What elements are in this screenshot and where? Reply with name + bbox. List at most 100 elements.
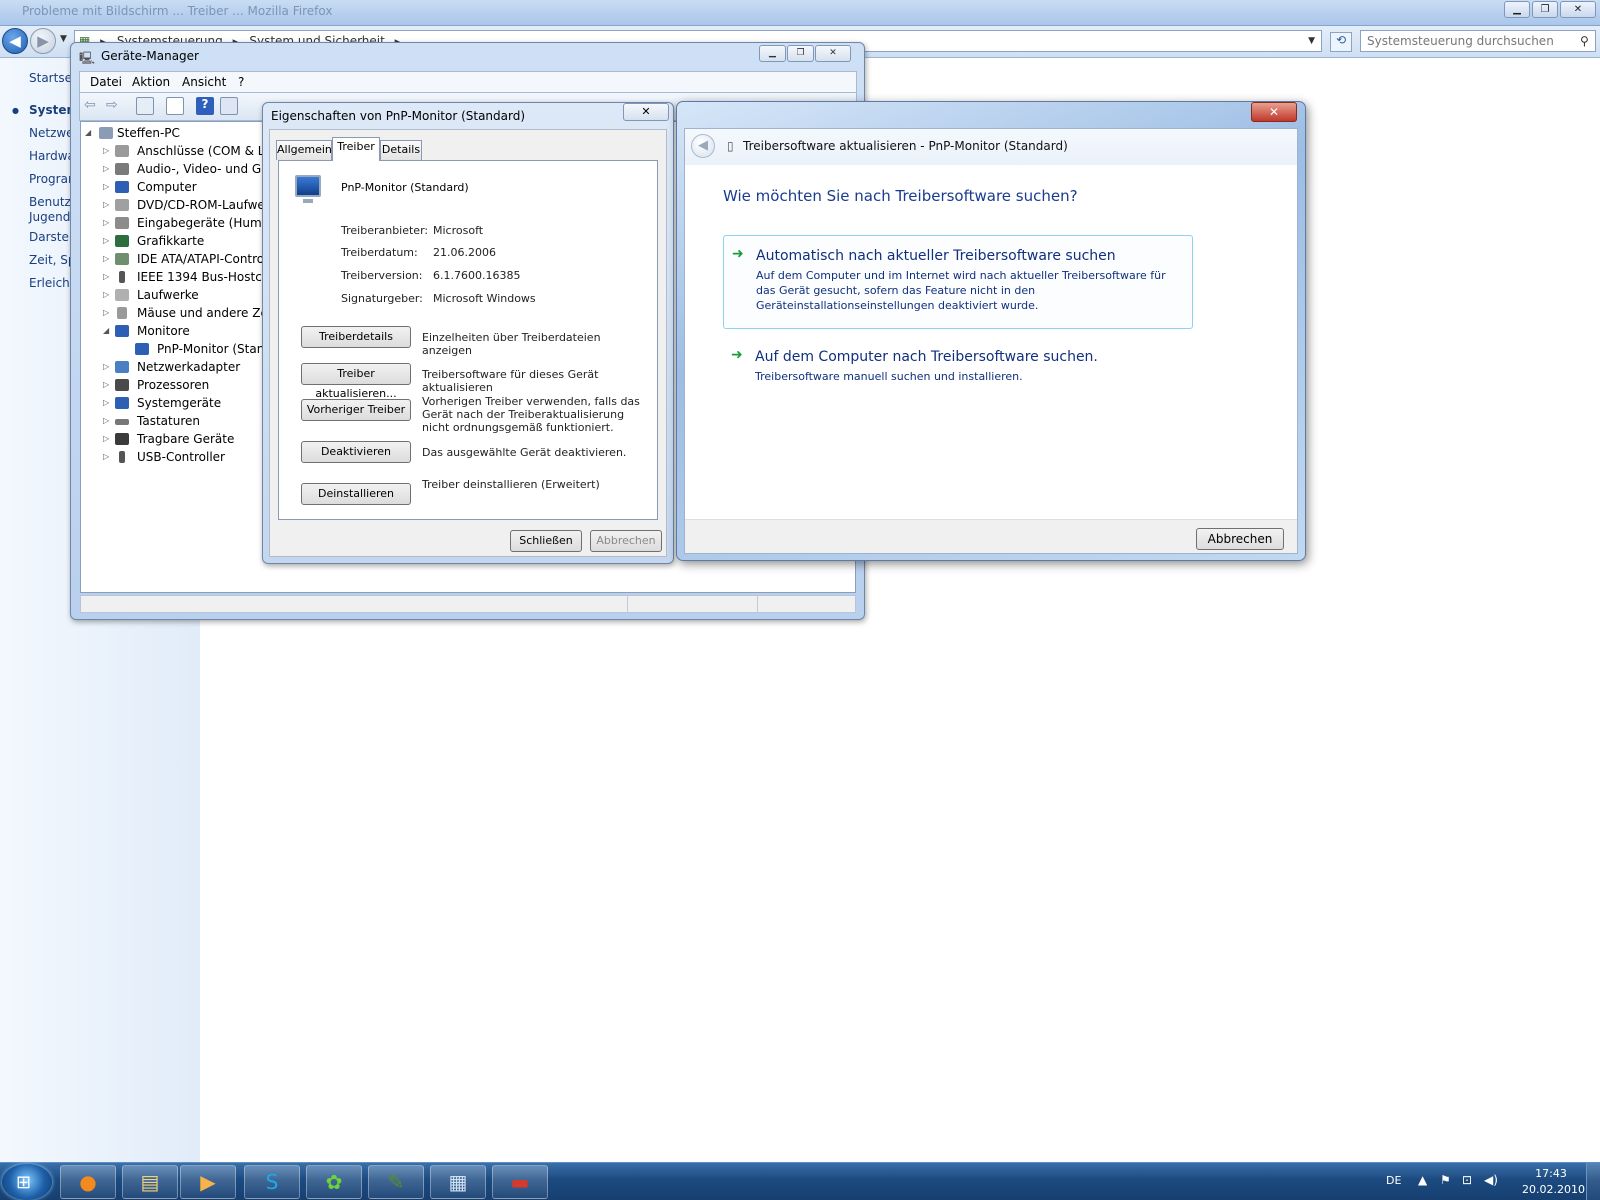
tree-item[interactable]: ▷ Tragbare Geräte <box>81 430 261 448</box>
tree-item[interactable]: ▷Eingabegeräte (Human Interface Devices) <box>81 214 390 232</box>
paint-icon[interactable]: ✎ <box>368 1165 424 1199</box>
cancel-button[interactable]: Abbrechen <box>590 530 662 552</box>
wizard-title: Treibersoftware aktualisieren - PnP-Moni… <box>743 139 1068 153</box>
menu-view[interactable]: Ansicht <box>182 75 226 89</box>
close-button[interactable]: ✕ <box>1560 1 1596 18</box>
search-input[interactable]: Systemsteuerung durchsuchen <box>1360 30 1596 52</box>
rollback-driver-button[interactable]: Vorheriger Treiber <box>301 399 411 421</box>
show-hidden-icons-icon[interactable]: ▲ <box>1418 1173 1427 1187</box>
search-automatically-option[interactable]: ➜ Automatisch nach aktueller Treibersoft… <box>723 235 1193 329</box>
tree-item[interactable]: ▷ Laufwerke <box>81 286 261 304</box>
control-panel-titlebar: Probleme mit Bildschirm ... Treiber ... … <box>0 0 1600 26</box>
window-title: Geräte-Manager <box>101 49 199 63</box>
icq-icon[interactable]: ✿ <box>306 1165 362 1199</box>
control-panel-icon[interactable]: ▦ <box>430 1165 486 1199</box>
tree-item[interactable]: ▷ Prozessoren <box>81 376 261 394</box>
disable-button[interactable]: Deaktivieren <box>301 441 411 463</box>
menu-action[interactable]: Aktion <box>132 75 170 89</box>
start-button[interactable]: ⊞ <box>2 1164 52 1200</box>
language-indicator[interactable]: DE <box>1386 1174 1401 1187</box>
tab-details[interactable]: Details <box>380 140 422 160</box>
uninstall-desc: Treiber deinstallieren (Erweitert) <box>422 478 600 491</box>
details-icon[interactable] <box>220 97 238 115</box>
recent-pages-icon[interactable]: ▼ <box>60 34 67 44</box>
wizard-content: ◀ ▯ Treibersoftware aktualisieren - PnP-… <box>684 128 1298 554</box>
maximize-button[interactable]: ❐ <box>787 45 814 62</box>
browse-computer-option[interactable]: ➜ Auf dem Computer nach Treibersoftware … <box>723 337 1193 397</box>
tree-item[interactable]: ▷ Audio-, Video- und Gamecontroller <box>81 160 345 178</box>
help-icon[interactable]: ? <box>196 97 214 115</box>
close-button[interactable]: ✕ <box>623 103 669 121</box>
back-button[interactable]: ◀ <box>691 134 715 158</box>
processor-icon <box>115 379 129 391</box>
option-description: Auf dem Computer und im Internet wird na… <box>756 269 1166 312</box>
close-button[interactable]: ✕ <box>815 45 851 62</box>
tree-view-icon[interactable] <box>136 97 154 115</box>
tree-item[interactable]: ▷ Systemgeräte <box>81 394 261 412</box>
tree-item[interactable]: ▷ Grafikkarte <box>81 232 261 250</box>
close-dialog-button[interactable]: Schließen <box>510 530 582 552</box>
collapse-icon[interactable]: ◢ <box>85 124 95 142</box>
toolbox-icon[interactable]: ▬ <box>492 1165 548 1199</box>
network-adapter-icon <box>115 361 129 373</box>
maximize-button[interactable]: ❐ <box>1532 1 1558 18</box>
skype-icon[interactable]: S <box>244 1165 300 1199</box>
tree-item[interactable]: ▷ Anschlüsse (COM & LPT) <box>81 142 284 160</box>
tree-item[interactable]: ▷ Netzwerkadapter <box>81 358 261 376</box>
tree-item[interactable]: ◢ Monitore <box>81 322 261 340</box>
tree-item[interactable]: ▷ IEEE 1394 Bus-Hostcontroller <box>81 268 312 286</box>
tree-item-selected[interactable]: PnP-Monitor (Standard) <box>81 340 296 358</box>
clock-date[interactable]: 20.02.2010 <box>1522 1183 1585 1196</box>
tree-item[interactable]: ▷ Computer <box>81 178 261 196</box>
keyboard-icon <box>115 419 129 425</box>
firewire-icon <box>119 271 125 283</box>
tree-item[interactable]: ▷ Tastaturen <box>81 412 261 430</box>
properties-icon[interactable] <box>166 97 184 115</box>
tree-root[interactable]: ◢ Steffen-PC <box>81 124 261 142</box>
tree-item[interactable]: ▷ Mäuse und andere Zeigegeräte <box>81 304 326 322</box>
wizard-header: ◀ ▯ Treibersoftware aktualisieren - PnP-… <box>685 129 1297 165</box>
driver-version-value: 6.1.7600.16385 <box>433 269 521 282</box>
driver-details-button[interactable]: Treiberdetails <box>301 326 411 348</box>
forward-icon[interactable]: ⇨ <box>106 97 124 115</box>
sidebar-link[interactable]: Darstell <box>29 230 76 244</box>
device-manager-icon: 🖳 <box>79 51 96 65</box>
tree-item[interactable]: ▷ IDE ATA/ATAPI-Controller <box>81 250 283 268</box>
media-player-icon[interactable]: ▶ <box>180 1165 236 1199</box>
close-button[interactable]: ✕ <box>1251 102 1297 122</box>
address-dropdown-icon[interactable]: ▼ <box>1308 31 1315 51</box>
firefox-icon[interactable]: ● <box>60 1165 116 1199</box>
action-center-flag-icon[interactable]: ⚑ <box>1440 1173 1451 1187</box>
computer-icon <box>99 127 113 139</box>
green-arrow-icon: ➜ <box>732 246 744 262</box>
tab-driver[interactable]: Treiber <box>332 137 380 161</box>
refresh-icon[interactable]: ⟲ <box>1330 32 1352 52</box>
dialog-title: Eigenschaften von PnP-Monitor (Standard) <box>271 109 526 123</box>
search-icon[interactable]: ⚲ <box>1580 34 1589 48</box>
clock-time[interactable]: 17:43 <box>1522 1167 1580 1180</box>
green-arrow-icon: ➜ <box>731 347 743 363</box>
minimize-button[interactable]: ▁ <box>1504 1 1530 18</box>
minimize-button[interactable]: ▁ <box>759 45 786 62</box>
volume-icon[interactable]: ◀) <box>1484 1173 1498 1187</box>
collapse-icon[interactable]: ◢ <box>103 322 113 340</box>
show-desktop-button[interactable] <box>1586 1163 1600 1200</box>
uninstall-button[interactable]: Deinstallieren <box>301 483 411 505</box>
tab-general[interactable]: Allgemein <box>276 140 332 160</box>
menu-help[interactable]: ? <box>238 75 244 89</box>
cancel-button[interactable]: Abbrechen <box>1196 528 1284 550</box>
explorer-icon[interactable]: ▤ <box>122 1165 178 1199</box>
tree-item[interactable]: ▷ USB-Controller <box>81 448 261 466</box>
menu-file[interactable]: Datei <box>90 75 122 89</box>
driver-version-label: Treiberversion: <box>341 269 423 282</box>
option-description: Treibersoftware manuell suchen und insta… <box>755 370 1023 383</box>
windows-logo-icon: ⊞ <box>16 1172 32 1193</box>
back-button[interactable]: ◀ <box>2 28 28 54</box>
back-icon[interactable]: ⇦ <box>84 97 102 115</box>
tree-item[interactable]: ▷ DVD/CD-ROM-Laufwerke <box>81 196 284 214</box>
network-icon[interactable]: ⊡ <box>1462 1173 1472 1187</box>
update-driver-button[interactable]: Treiber aktualisieren... <box>301 363 411 400</box>
dialog-body: Allgemein Treiber Details PnP-Monitor (S… <box>269 129 667 557</box>
forward-button[interactable]: ▶ <box>30 28 56 54</box>
sidebar-link[interactable]: Hardwa <box>29 149 75 163</box>
